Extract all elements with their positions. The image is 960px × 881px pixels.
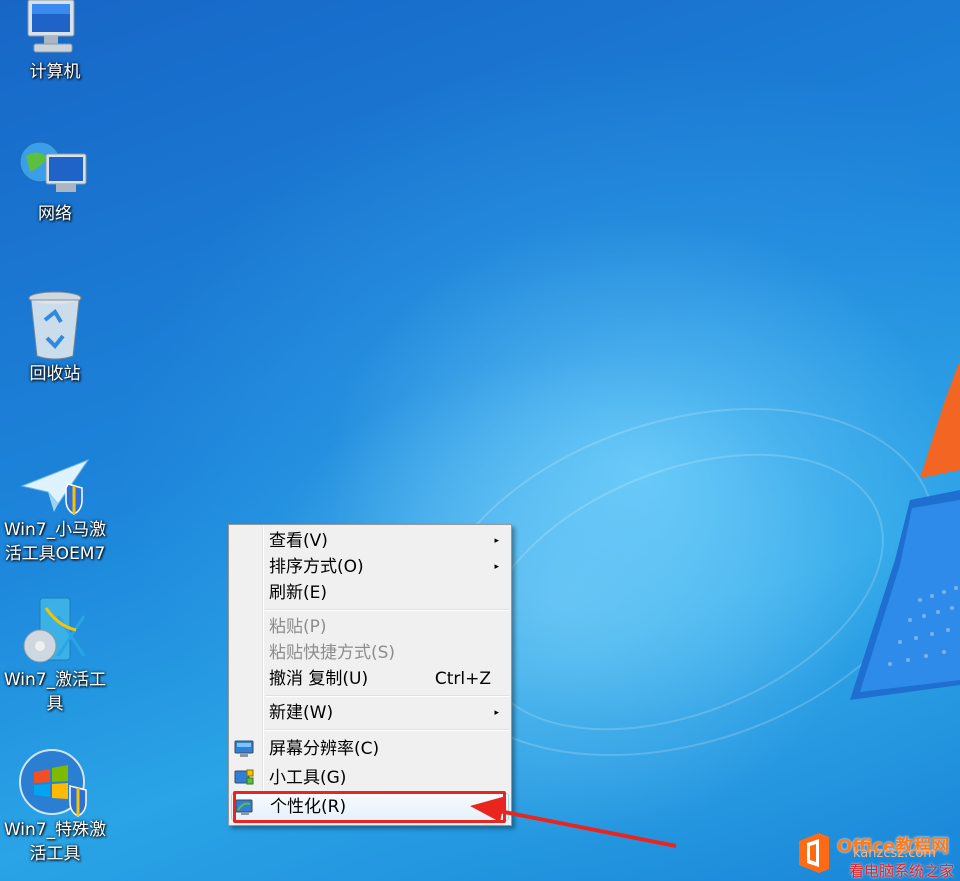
computer-icon (27, 0, 75, 53)
menu-item-label: 粘贴(P) (269, 617, 327, 637)
desktop-icon-recycle-bin[interactable]: 回收站 (0, 290, 110, 386)
menu-separator (265, 729, 509, 731)
menu-separator (265, 609, 509, 611)
activation-tool-icon (23, 597, 86, 663)
icon-label: 网络 (38, 204, 72, 224)
menu-separator (265, 695, 509, 697)
menu-item-undo-copy[interactable]: 撤消 复制(U) Ctrl+Z (231, 666, 509, 692)
desktop-icon-special-activator[interactable]: Win7_特殊激 活工具 (0, 746, 110, 866)
icon-label: Win7_激活工 (3, 670, 107, 690)
watermark: Office教程网 kanzcsz.com 看电脑系统之家 (795, 830, 960, 881)
desktop-context-menu: 查看(V) ▸ 排序方式(O) ▸ 刷新(E) 粘贴(P) 粘贴快捷方式(S) … (228, 524, 512, 826)
menu-item-refresh[interactable]: 刷新(E) (231, 580, 509, 606)
icon-label: Win7_特殊激 (3, 820, 107, 840)
icon-label: 活工具 (29, 844, 81, 864)
annotation-arrow-icon (470, 796, 677, 848)
icon-label: 活工具OEM7 (4, 544, 106, 564)
desktop-icon-activation-tool[interactable]: Win7_激活工 具 (0, 596, 110, 716)
menu-item-screen-resolution[interactable]: 屏幕分辨率(C) (231, 736, 509, 762)
menu-item-sort-by[interactable]: 排序方式(O) ▸ (231, 554, 509, 580)
menu-item-paste-shortcut[interactable]: 粘贴快捷方式(S) (231, 640, 509, 666)
watermark-subtitle: 看电脑系统之家 (849, 862, 955, 880)
desktop-icon-network[interactable]: 网络 (0, 138, 110, 226)
submenu-arrow-icon: ▸ (494, 708, 499, 718)
desktop-icon-xiaoma-activator[interactable]: Win7_小马激 活工具OEM7 (0, 456, 110, 566)
menu-item-label: 新建(W) (269, 703, 334, 723)
icon-label: Win7_小马激 (3, 520, 107, 540)
menu-item-label: 小工具(G) (269, 768, 347, 788)
submenu-arrow-icon: ▸ (494, 536, 499, 546)
icon-label: 回收站 (29, 364, 81, 384)
network-icon (19, 141, 87, 192)
icon-label: 计算机 (29, 62, 81, 82)
menu-item-shortcut: Ctrl+Z (434, 669, 491, 689)
menu-item-gadgets[interactable]: 小工具(G) (231, 765, 509, 791)
menu-item-new[interactable]: 新建(W) ▸ (231, 700, 509, 726)
watermark-url: kanzcsz.com (853, 846, 936, 861)
menu-item-label: 屏幕分辨率(C) (269, 739, 380, 759)
office-logo-icon (799, 833, 829, 873)
gadgets-icon (234, 769, 254, 785)
paper-plane-shield-icon (20, 458, 90, 515)
windows-shield-icon (19, 749, 87, 817)
menu-item-paste[interactable]: 粘贴(P) (231, 614, 509, 640)
menu-item-label: 查看(V) (269, 531, 328, 551)
menu-item-label: 刷新(E) (269, 583, 328, 603)
menu-item-label: 排序方式(O) (269, 557, 364, 577)
recycle-bin-icon (28, 291, 82, 360)
desktop-background[interactable]: 计算机 网络 回收站 Win7_小马激 活工具OEM7 Win7_激活工 具 W… (0, 0, 960, 881)
windows-logo (850, 360, 960, 700)
menu-item-label: 粘贴快捷方式(S) (269, 643, 396, 663)
display-icon (234, 740, 254, 757)
submenu-arrow-icon: ▸ (494, 562, 499, 572)
menu-item-label: 撤消 复制(U) (269, 669, 369, 689)
desktop-icon-computer[interactable]: 计算机 (0, 0, 110, 84)
menu-item-view[interactable]: 查看(V) ▸ (231, 528, 509, 554)
icon-label: 具 (46, 694, 64, 714)
